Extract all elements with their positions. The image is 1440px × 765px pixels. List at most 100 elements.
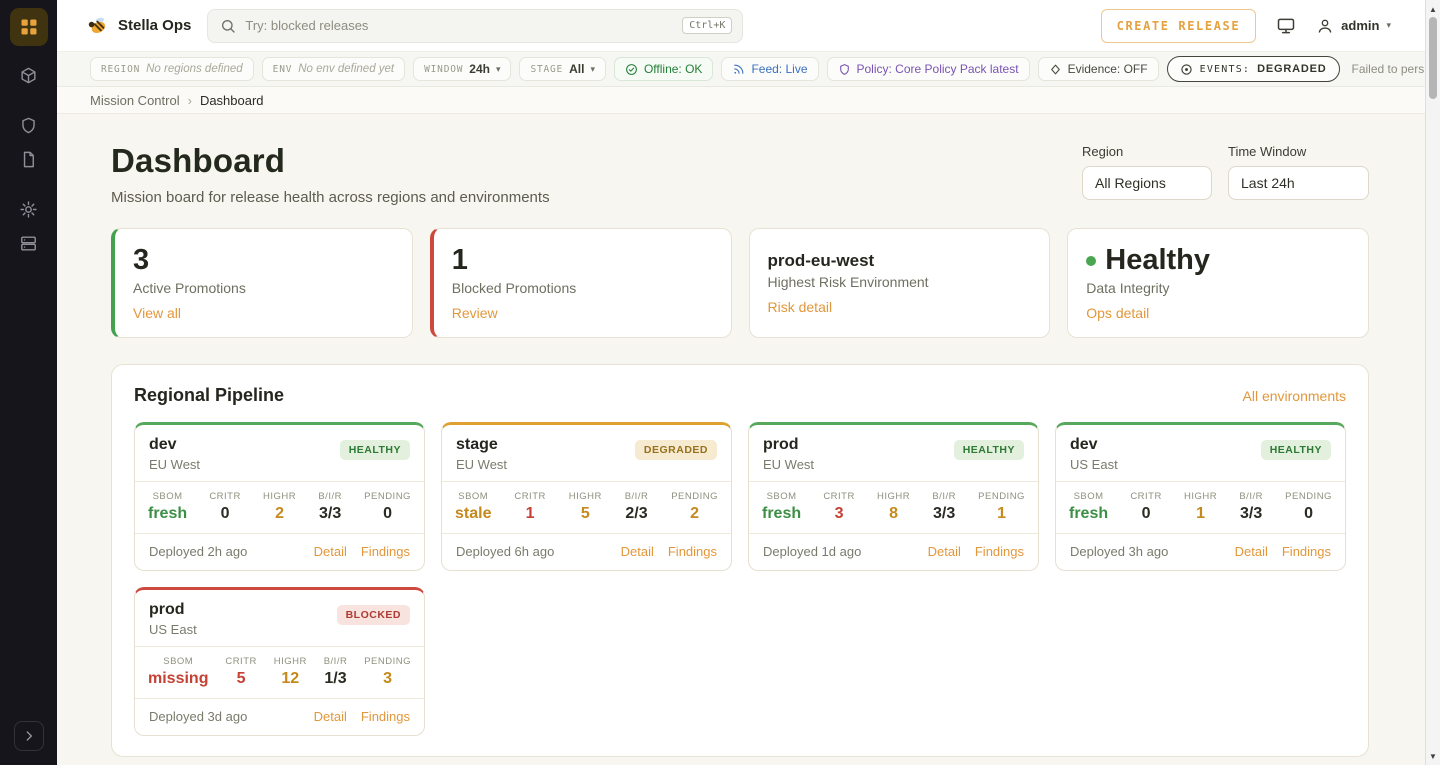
metric-critr-value: 5 [237, 670, 246, 688]
window-chip-label: WINDOW [424, 64, 463, 75]
findings-link[interactable]: Findings [668, 544, 717, 559]
pipeline-header: Regional Pipeline All environments [134, 385, 1346, 406]
detail-link[interactable]: Detail [314, 544, 347, 559]
env-name: stage [456, 436, 507, 454]
region-context-chip[interactable]: REGION No regions defined [90, 57, 254, 81]
detail-link[interactable]: Detail [1235, 544, 1268, 559]
sidebar-item-security[interactable] [11, 108, 47, 142]
metric-sbom-value: fresh [148, 505, 187, 523]
env-name: prod [763, 436, 814, 454]
region-select[interactable]: All Regions [1082, 166, 1212, 200]
env-region: EU West [456, 457, 507, 472]
metric-highr: HIGHR 2 [263, 491, 296, 523]
env-card-header: prod EU West HEALTHY [749, 425, 1038, 481]
policy-status-text: Policy: Core Policy Pack latest [857, 62, 1019, 76]
metric-bir-value: 2/3 [625, 505, 647, 523]
ops-detail-link[interactable]: Ops detail [1086, 305, 1149, 321]
user-menu[interactable]: admin ▾ [1316, 17, 1391, 35]
metric-bir: B/I/R 3/3 [1239, 491, 1263, 523]
metric-critr-value: 0 [1142, 505, 1151, 523]
scrollbar-thumb[interactable] [1429, 17, 1437, 99]
metric-pending-label: PENDING [978, 491, 1025, 502]
risk-detail-link[interactable]: Risk detail [768, 299, 833, 315]
view-all-link[interactable]: View all [133, 305, 181, 321]
metric-sbom-value: stale [455, 505, 491, 523]
breadcrumb-mission-control[interactable]: Mission Control [90, 93, 180, 108]
sidebar-item-dashboard[interactable] [10, 8, 48, 46]
page-filters: Region All Regions Time Window Last 24h [1082, 142, 1369, 200]
stat-card-highest-risk-env: prod-eu-west Highest Risk Environment Ri… [749, 228, 1051, 338]
all-environments-link[interactable]: All environments [1243, 388, 1347, 404]
status-badge: HEALTHY [1261, 440, 1331, 460]
sidebar-item-settings[interactable] [11, 192, 47, 226]
metric-critr-label: CRITR [823, 491, 855, 502]
review-link[interactable]: Review [452, 305, 498, 321]
findings-link[interactable]: Findings [975, 544, 1024, 559]
metric-sbom: SBOM fresh [762, 491, 801, 523]
findings-link[interactable]: Findings [361, 709, 410, 724]
status-badge: HEALTHY [954, 440, 1024, 460]
stat-label: Data Integrity [1086, 280, 1350, 296]
metric-pending: PENDING 0 [1285, 491, 1332, 523]
events-status-pill[interactable]: EVENTS: DEGRADED [1167, 56, 1340, 82]
detail-link[interactable]: Detail [928, 544, 961, 559]
detail-link[interactable]: Detail [314, 709, 347, 724]
env-metrics: SBOM missing CRITR 5 HIGHR 12 [135, 646, 424, 699]
env-region: US East [1070, 457, 1118, 472]
metric-bir: B/I/R 2/3 [625, 491, 649, 523]
feed-status-chip[interactable]: Feed: Live [721, 57, 818, 81]
scroll-down-icon[interactable]: ▼ [1426, 749, 1440, 763]
display-theme-button[interactable] [1276, 16, 1296, 36]
shield-icon [19, 116, 38, 135]
env-card-header: dev US East HEALTHY [1056, 425, 1345, 481]
findings-link[interactable]: Findings [1282, 544, 1331, 559]
sidebar-item-infrastructure[interactable] [11, 226, 47, 260]
detail-link[interactable]: Detail [621, 544, 654, 559]
window-chip-value: 24h [469, 62, 490, 76]
window-context-chip[interactable]: WINDOW 24h ▾ [413, 57, 511, 81]
evidence-status-text: Evidence: OFF [1068, 62, 1148, 76]
document-icon [19, 150, 38, 169]
sidebar-expand-button[interactable] [14, 721, 44, 751]
metric-pending: PENDING 1 [978, 491, 1025, 523]
metric-critr-value: 3 [835, 505, 844, 523]
gear-icon [19, 200, 38, 219]
metric-critr-value: 0 [221, 505, 230, 523]
metric-sbom-value: fresh [762, 505, 801, 523]
deployed-time: Deployed 2h ago [149, 544, 247, 559]
create-release-button[interactable]: CREATE RELEASE [1101, 9, 1257, 43]
sidebar-item-releases[interactable] [11, 58, 47, 92]
metric-highr-value: 2 [275, 505, 284, 523]
env-card-dev-eu-west: dev EU West HEALTHY SBOM fresh CRITR [134, 422, 425, 571]
scroll-up-icon[interactable]: ▲ [1426, 2, 1440, 16]
grid-icon [19, 17, 39, 37]
findings-link[interactable]: Findings [361, 544, 410, 559]
evidence-status-chip[interactable]: Evidence: OFF [1038, 57, 1159, 81]
sidebar-item-documents[interactable] [11, 142, 47, 176]
brand[interactable]: Stella Ops [86, 14, 191, 37]
user-icon [1316, 17, 1334, 35]
stage-context-chip[interactable]: STAGE All ▾ [519, 57, 605, 81]
env-card-header: prod US East BLOCKED [135, 590, 424, 646]
pipeline-title: Regional Pipeline [134, 385, 284, 406]
env-card-footer: Deployed 1d ago Detail Findings [749, 534, 1038, 570]
global-search[interactable]: Ctrl+K [207, 9, 743, 43]
env-card-prod-us-east: prod US East BLOCKED SBOM missing CR [134, 587, 425, 736]
metric-highr-label: HIGHR [569, 491, 602, 502]
search-input[interactable] [245, 18, 673, 33]
metric-pending-label: PENDING [671, 491, 718, 502]
metric-sbom: SBOM missing [148, 656, 208, 688]
time-window-select[interactable]: Last 24h [1228, 166, 1369, 200]
window-scrollbar[interactable]: ▲ ▼ [1425, 0, 1440, 765]
policy-status-chip[interactable]: Policy: Core Policy Pack latest [827, 57, 1030, 81]
time-window-filter: Time Window Last 24h [1228, 144, 1369, 200]
shield-icon [838, 63, 851, 76]
offline-status-chip[interactable]: Offline: OK [614, 57, 713, 81]
metric-sbom-label: SBOM [1074, 491, 1104, 502]
app-root: Stella Ops Ctrl+K CREATE RELEASE [0, 0, 1440, 765]
metric-highr: HIGHR 1 [1184, 491, 1217, 523]
env-context-chip[interactable]: ENV No env defined yet [262, 57, 405, 81]
header-actions: CREATE RELEASE admin ▾ [1101, 9, 1391, 43]
metric-pending-value: 0 [383, 505, 392, 523]
metric-highr: HIGHR 12 [274, 656, 307, 688]
